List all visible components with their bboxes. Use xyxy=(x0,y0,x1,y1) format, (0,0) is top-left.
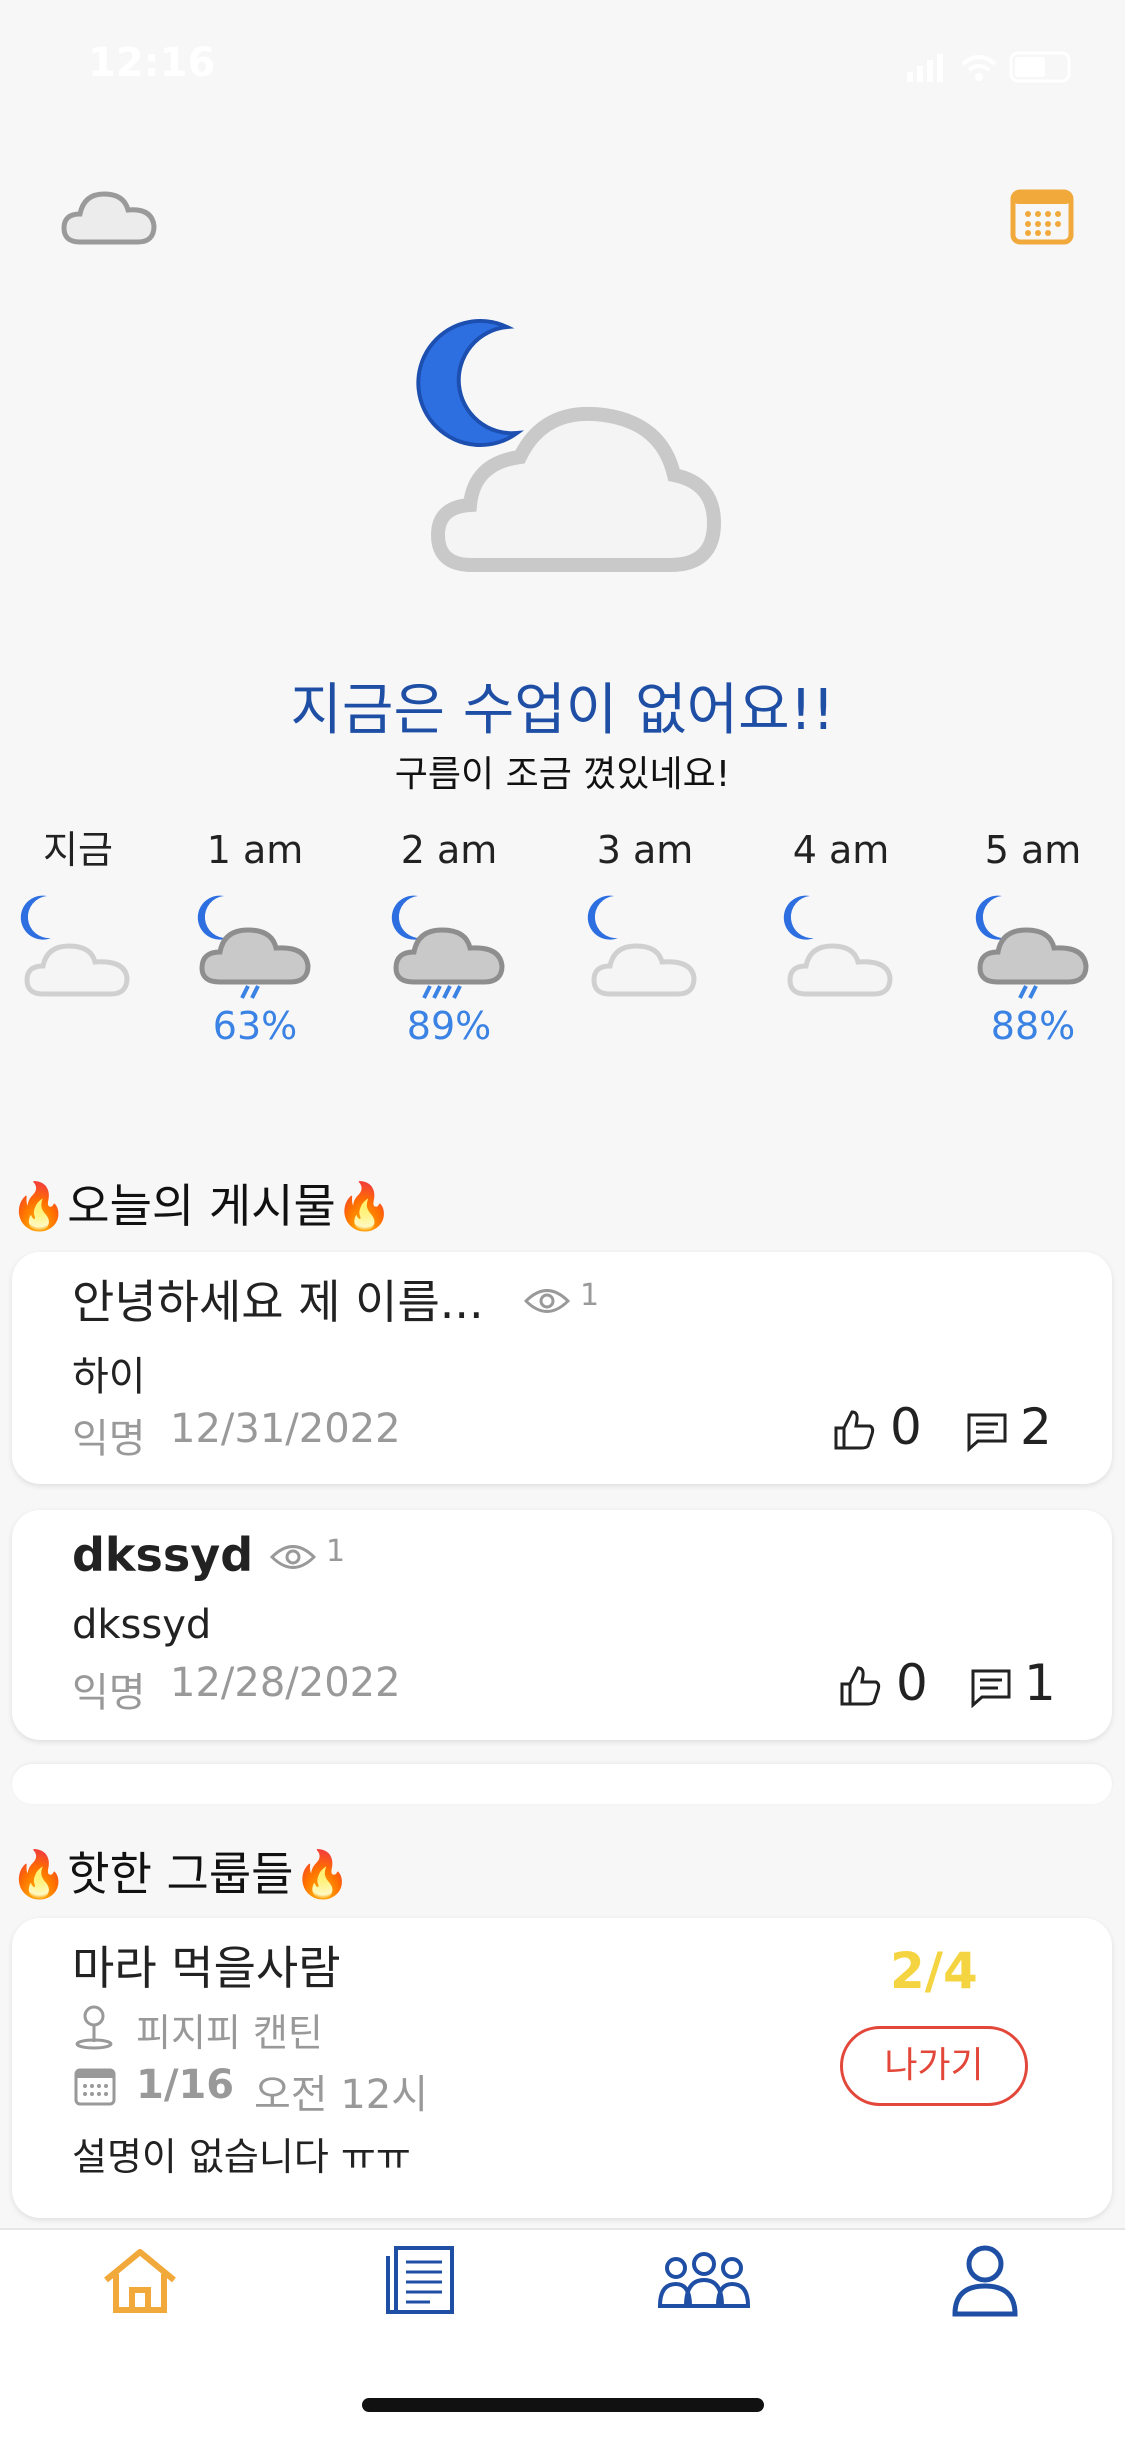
group-date: 1/16 xyxy=(136,2062,235,2108)
cloud-icon xyxy=(61,191,157,245)
hourly-item: 3 am xyxy=(570,820,720,1080)
calendar-icon[interactable] xyxy=(1010,186,1074,246)
hourly-item: 1 am 63% xyxy=(180,820,330,1080)
moon-rain-cloud-icon xyxy=(391,895,505,999)
groups-icon[interactable] xyxy=(656,2250,752,2312)
moon-rain-cloud-icon xyxy=(975,895,1089,999)
leave-group-button[interactable]: 나가기 xyxy=(840,2026,1028,2106)
fire-icon: 🔥 xyxy=(335,1179,394,1233)
hourly-time-label: 지금 xyxy=(43,828,113,872)
group-location: 피지피 캔틴 xyxy=(136,2011,323,2055)
thumbs-up-icon[interactable] xyxy=(838,1664,882,1708)
posts-section-title: 🔥오늘의 게시물🔥 xyxy=(10,1179,394,1233)
hourly-time-label: 4 am xyxy=(792,828,890,872)
hourly-precip-chance: 88% xyxy=(990,1004,1076,1048)
hero-subtitle: 구름이 조금 꼈있네요! xyxy=(394,754,731,795)
post-author: 익명 xyxy=(72,1670,146,1716)
hourly-precip-chance: 89% xyxy=(406,1004,492,1048)
group-title: 마라 먹을사람 xyxy=(72,1941,341,1995)
moon-rain-cloud-icon xyxy=(197,895,311,999)
thumbs-up-icon[interactable] xyxy=(832,1408,876,1452)
signal-wifi-battery-icon xyxy=(907,51,1071,83)
moon-cloud-icon xyxy=(587,895,697,997)
hourly-item: 5 am 88% xyxy=(958,820,1108,1080)
fire-icon: 🔥 xyxy=(293,1847,351,1901)
hourly-item: 지금 xyxy=(3,820,153,1080)
hourly-time-label: 1 am xyxy=(206,828,304,872)
post-title: dkssyd xyxy=(72,1528,254,1582)
post-views: 1 xyxy=(580,1278,600,1313)
hourly-item: 2 am 89% xyxy=(374,820,524,1080)
post-card-partial[interactable] xyxy=(12,1764,1112,1804)
post-card[interactable]: dkssyd 1 dkssyd 익명 12/28/2022 0 1 xyxy=(12,1510,1112,1740)
fire-icon: 🔥 xyxy=(10,1847,68,1901)
post-body: dkssyd xyxy=(72,1602,212,1648)
hourly-time-label: 3 am xyxy=(596,828,694,872)
hourly-item: 4 am xyxy=(766,820,916,1080)
group-member-count: 2/4 xyxy=(890,1942,978,2000)
moon-cloud-icon xyxy=(783,895,893,997)
post-card[interactable]: 안녕하세요 제 이름... 1 하이 익명 12/31/2022 0 2 xyxy=(12,1252,1112,1484)
moon-cloud-icon xyxy=(416,319,722,572)
post-author: 익명 xyxy=(72,1416,146,1462)
eye-icon xyxy=(270,1545,316,1569)
post-views: 1 xyxy=(326,1534,346,1569)
hourly-precip-chance: 63% xyxy=(212,1004,298,1048)
calendar-icon xyxy=(74,2068,116,2106)
post-comments: 1 xyxy=(1024,1654,1056,1712)
post-title: 안녕하세요 제 이름... xyxy=(72,1275,484,1329)
groups-section-title: 🔥핫한 그룹들🔥 xyxy=(10,1847,351,1901)
post-likes: 0 xyxy=(890,1398,922,1456)
profile-icon[interactable] xyxy=(950,2242,1020,2318)
post-date: 12/31/2022 xyxy=(170,1406,401,1452)
eye-icon xyxy=(524,1289,570,1313)
group-description: 설명이 없습니다 ㅠㅠ xyxy=(72,2135,411,2179)
post-date: 12/28/2022 xyxy=(170,1660,401,1706)
comment-icon[interactable] xyxy=(970,1668,1012,1708)
fire-icon: 🔥 xyxy=(10,1179,68,1233)
home-icon[interactable] xyxy=(102,2246,178,2316)
group-card[interactable]: 마라 먹을사람 피지피 캔틴 1/16 오전 12시 설명이 없습니다 ㅠㅠ 2… xyxy=(12,1918,1112,2218)
hourly-time-label: 2 am xyxy=(400,828,498,872)
board-icon[interactable] xyxy=(384,2244,456,2316)
moon-cloud-icon xyxy=(20,895,130,997)
hero-title: 지금은 수업이 없어요!! xyxy=(290,678,835,743)
post-comments: 2 xyxy=(1020,1398,1052,1456)
comment-icon[interactable] xyxy=(966,1412,1008,1452)
status-time: 12:16 xyxy=(88,40,216,86)
group-time: 오전 12시 xyxy=(254,2072,429,2118)
location-pin-icon xyxy=(75,2005,113,2050)
home-indicator xyxy=(362,2398,764,2412)
status-icons xyxy=(907,50,1077,92)
post-likes: 0 xyxy=(896,1654,928,1712)
post-body: 하이 xyxy=(72,1354,146,1400)
hourly-time-label: 5 am xyxy=(984,828,1082,872)
